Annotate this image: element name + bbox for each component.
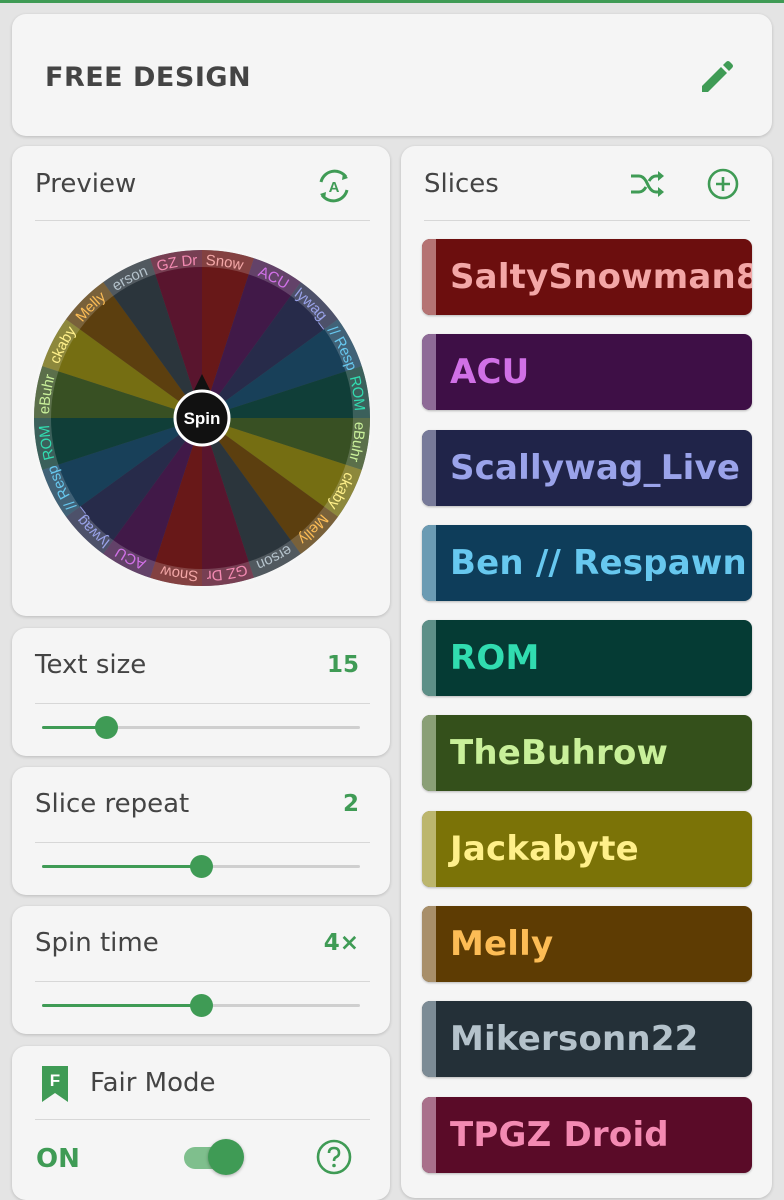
svg-text:F: F	[50, 1071, 60, 1090]
fair-mode-flag-icon: F	[40, 1064, 70, 1104]
slice-repeat-card: Slice repeat 2	[12, 767, 390, 895]
fair-mode-card: F Fair Mode ON	[12, 1046, 390, 1200]
slice-repeat-value: 2	[342, 791, 359, 817]
slice-color-tab	[422, 620, 436, 697]
spin-time-label: Spin time	[35, 928, 159, 958]
design-title: FREE DESIGN	[45, 62, 252, 93]
slice-repeat-slider-fill	[42, 865, 201, 868]
spin-time-slider-thumb[interactable]	[190, 994, 213, 1017]
slice-label: ROM	[450, 638, 540, 679]
shuffle-icon[interactable]	[627, 166, 667, 202]
slice-color-tab	[422, 810, 436, 887]
slice-item[interactable]: ROM	[422, 620, 752, 697]
slice-list: SaltySnowman8 ACU Scallywag_Live Ben // Res…	[422, 239, 752, 1192]
slice-color-tab	[422, 1001, 436, 1078]
spin-time-slider[interactable]	[42, 994, 360, 1017]
svg-text:A: A	[329, 179, 340, 196]
fair-mode-toggle[interactable]	[184, 1138, 244, 1176]
spin-time-divider	[35, 981, 370, 982]
slice-label: TheBuhrow	[450, 733, 669, 774]
slice-item[interactable]: Melly	[422, 906, 752, 983]
fair-mode-toggle-knob[interactable]	[208, 1139, 244, 1175]
slice-item[interactable]: Ben // Respawn	[422, 524, 752, 601]
add-circle-icon[interactable]	[703, 166, 743, 202]
slice-item[interactable]: TheBuhrow	[422, 715, 752, 792]
slice-label: ACU	[450, 352, 530, 393]
slices-title: Slices	[424, 169, 499, 199]
slice-label: TPGZ Droid	[450, 1114, 669, 1155]
slice-label: Jackabyte	[450, 828, 639, 869]
text-size-card: Text size 15	[12, 628, 390, 756]
text-size-label: Text size	[35, 650, 147, 680]
slice-repeat-label: Slice repeat	[35, 789, 190, 819]
spin-time-value: 4×	[323, 930, 359, 956]
slice-label: Mikersonn22	[450, 1019, 699, 1060]
text-size-divider	[35, 703, 370, 704]
slice-label: Ben // Respawn	[450, 542, 747, 583]
slice-repeat-slider-thumb[interactable]	[190, 855, 213, 878]
slice-item[interactable]: Jackabyte	[422, 810, 752, 887]
auto-rotate-icon[interactable]: A	[312, 164, 356, 208]
text-size-slider[interactable]	[42, 716, 360, 739]
slice-item[interactable]: ACU	[422, 334, 752, 411]
slice-color-tab	[422, 906, 436, 983]
slice-color-tab	[422, 239, 436, 315]
slice-item[interactable]: TPGZ Droid	[422, 1096, 752, 1173]
spin-time-card: Spin time 4×	[12, 906, 390, 1034]
slice-item[interactable]: SaltySnowman8	[422, 239, 752, 315]
spin-label: Spin	[184, 409, 221, 428]
spin-time-slider-fill	[42, 1004, 201, 1007]
top-accent-line	[0, 0, 784, 3]
preview-title: Preview	[35, 169, 137, 199]
text-size-slider-thumb[interactable]	[94, 716, 118, 739]
slice-item[interactable]: Scallywag_Live	[422, 429, 752, 506]
fair-mode-divider	[35, 1119, 370, 1120]
slice-item[interactable]: Mikersonn22	[422, 1001, 752, 1078]
slice-repeat-slider[interactable]	[42, 855, 360, 878]
pencil-icon[interactable]	[696, 58, 736, 98]
text-size-value: 15	[326, 652, 359, 678]
slice-color-tab	[422, 1096, 436, 1173]
help-icon[interactable]	[315, 1138, 353, 1176]
slice-color-tab	[422, 715, 436, 792]
design-header-card: FREE DESIGN	[12, 14, 772, 136]
wheel-preview[interactable]: SaltySnowman8ACUScallywag_LiveBen // Res…	[26, 239, 373, 589]
slices-divider	[424, 220, 750, 221]
slice-label: Scallywag_Live	[450, 447, 741, 488]
slice-color-tab	[422, 429, 436, 506]
slice-label: Melly	[450, 924, 554, 965]
slice-color-tab	[422, 524, 436, 601]
slice-color-tab	[422, 334, 436, 411]
preview-divider	[35, 220, 370, 221]
slices-card: Slices SaltySnowman8 ACU Scallywag_Live Ben…	[401, 146, 772, 1198]
fair-mode-label: Fair Mode	[90, 1068, 216, 1098]
fair-mode-status: ON	[36, 1144, 80, 1174]
slice-label: SaltySnowman8	[450, 257, 752, 297]
slice-repeat-divider	[35, 842, 370, 843]
preview-card: Preview A SaltySnowman8ACUScallywag_Live…	[12, 146, 390, 616]
